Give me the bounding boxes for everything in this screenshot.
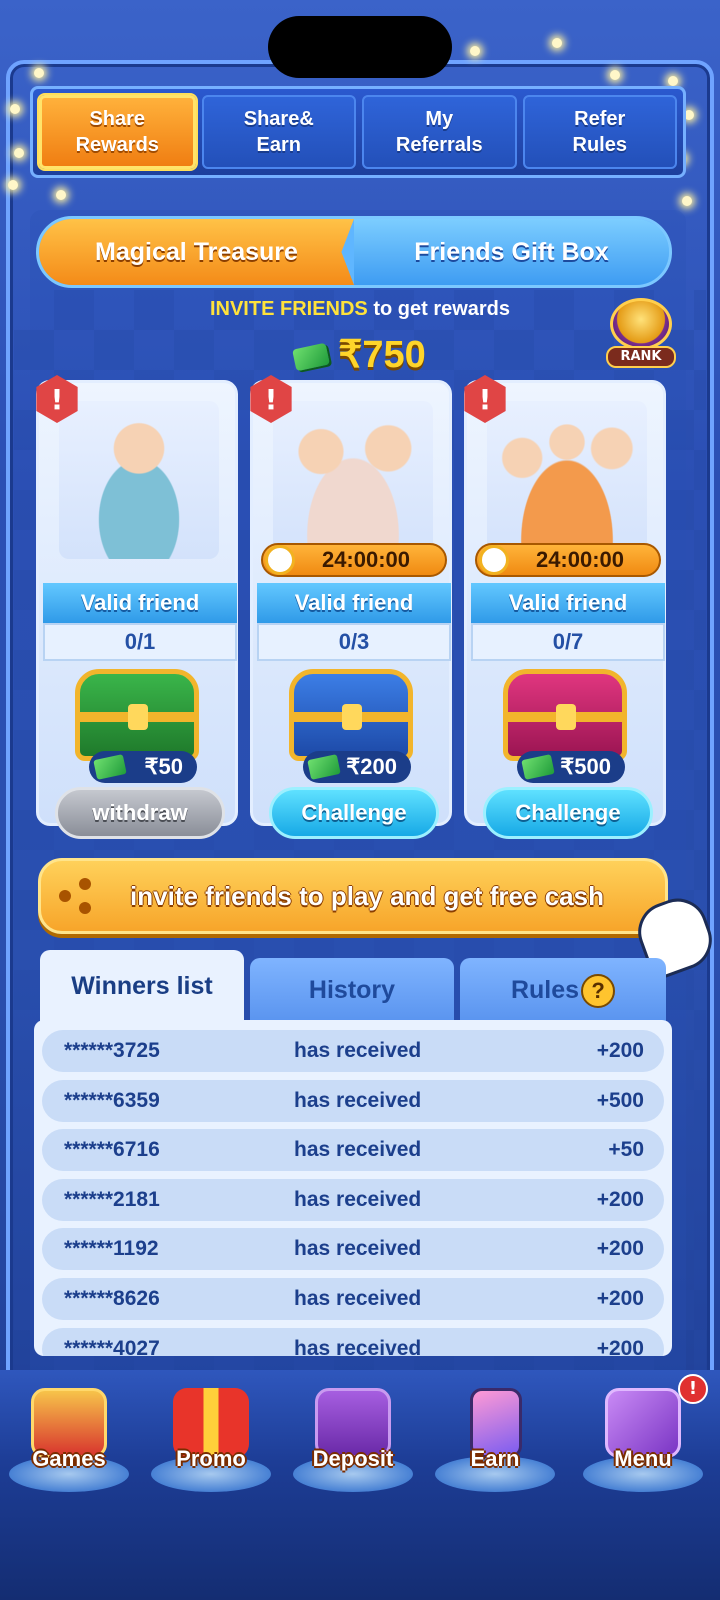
list-item: ******4027 has received +200 [42, 1327, 664, 1356]
share-icon [55, 874, 99, 918]
nav-promo[interactable]: Promo [146, 1380, 276, 1500]
sub-tab-bar: Magical Treasure Friends Gift Box [36, 216, 672, 288]
countdown-timer: 24:00:00 [261, 543, 447, 577]
three-girls-illustration [487, 401, 647, 559]
tab-my-referrals[interactable]: My Referrals [362, 95, 517, 169]
tab-rules[interactable]: Rules? [460, 958, 666, 1022]
reward-card-2: ! 24:00:00 Valid friend 0/3 ₹200 Challen… [250, 375, 452, 839]
rank-label: RANK [606, 346, 676, 368]
invite-highlight: INVITE FRIENDS [209, 298, 368, 320]
reward-amount: ₹50 [89, 751, 197, 783]
rank-button[interactable]: RANK [606, 298, 676, 370]
nav-games-label: Games [32, 1446, 106, 1471]
friend-progress: 0/7 [471, 623, 665, 661]
invite-rest: to get rewards [367, 298, 511, 320]
tab-friends-gift-box[interactable]: Friends Gift Box [354, 219, 669, 285]
cash-icon [307, 754, 341, 780]
camera-notch [268, 16, 452, 78]
tab-refer-rules[interactable]: Refer Rules [522, 95, 677, 169]
reward-amount: ₹200 [303, 751, 411, 783]
reward-amount: ₹500 [517, 751, 625, 783]
valid-friend-label: Valid friend [257, 583, 451, 623]
list-item: ******6359 has received +500 [42, 1079, 664, 1122]
tab-history[interactable]: History [250, 958, 454, 1022]
cash-icon [292, 342, 331, 372]
list-item: ******6716 has received +50 [42, 1129, 664, 1172]
withdraw-button[interactable]: withdraw [55, 787, 225, 839]
nav-earn-label: Earn [470, 1446, 520, 1471]
tab-share-earn[interactable]: Share& Earn [201, 95, 356, 169]
list-item: ******1192 has received +200 [42, 1228, 664, 1271]
boy-illustration [59, 401, 219, 559]
list-tab-bar: Winners list History Rules? [40, 950, 666, 1022]
list-item: ******8626 has received +200 [42, 1277, 664, 1320]
friend-progress: 0/1 [43, 623, 237, 661]
two-boys-illustration [273, 401, 433, 559]
list-item: ******2181 has received +200 [42, 1178, 664, 1221]
friend-progress: 0/3 [257, 623, 451, 661]
valid-friend-label: Valid friend [43, 583, 237, 623]
notification-badge: ! [678, 1374, 708, 1404]
clock-icon [479, 545, 509, 575]
question-icon: ? [581, 974, 616, 1009]
tab-magical-treasure[interactable]: Magical Treasure [39, 219, 354, 285]
cash-icon [93, 754, 127, 780]
nav-deposit-label: Deposit [312, 1446, 394, 1471]
reward-card-1: ! Valid friend 0/1 ₹50 withdraw [36, 375, 238, 839]
treasure-chest-icon [75, 669, 199, 761]
invite-friends-button[interactable]: invite friends to play and get free cash [38, 858, 668, 934]
nav-menu[interactable]: ! Menu [578, 1374, 708, 1500]
valid-friend-label: Valid friend [471, 583, 665, 623]
challenge-button[interactable]: Challenge [483, 787, 653, 839]
treasure-chest-icon [503, 669, 627, 761]
top-tab-bar: Share Rewards Share& Earn My Referrals R… [30, 86, 686, 178]
countdown-timer: 24:00:00 [475, 543, 661, 577]
tab-rules-label: Rules [510, 976, 580, 1004]
invite-button-label: invite friends to play and get free cash [130, 880, 604, 911]
nav-promo-label: Promo [176, 1446, 246, 1471]
tab-winners-list[interactable]: Winners list [40, 950, 244, 1022]
nav-deposit[interactable]: Deposit [288, 1380, 418, 1500]
clock-icon [265, 545, 295, 575]
list-item: ******3725 has received +200 [42, 1030, 664, 1072]
challenge-button[interactable]: Challenge [269, 787, 439, 839]
nav-earn[interactable]: Earn [430, 1380, 560, 1500]
tab-share-rewards[interactable]: Share Rewards [39, 95, 196, 169]
treasure-chest-icon [289, 669, 413, 761]
total-amount: ₹750 [338, 334, 426, 376]
winners-list[interactable]: ******3725 has received +200 ******6359 has… [34, 1020, 672, 1356]
bottom-nav: Games Promo Deposit Earn ! Menu [0, 1370, 720, 1600]
nav-menu-label: Menu [614, 1446, 672, 1471]
trophy-icon [610, 298, 672, 350]
cash-icon [521, 754, 555, 780]
reward-card-3: ! 24:00:00 Valid friend 0/7 ₹500 Challen… [464, 375, 666, 839]
nav-games[interactable]: Games [4, 1380, 134, 1500]
